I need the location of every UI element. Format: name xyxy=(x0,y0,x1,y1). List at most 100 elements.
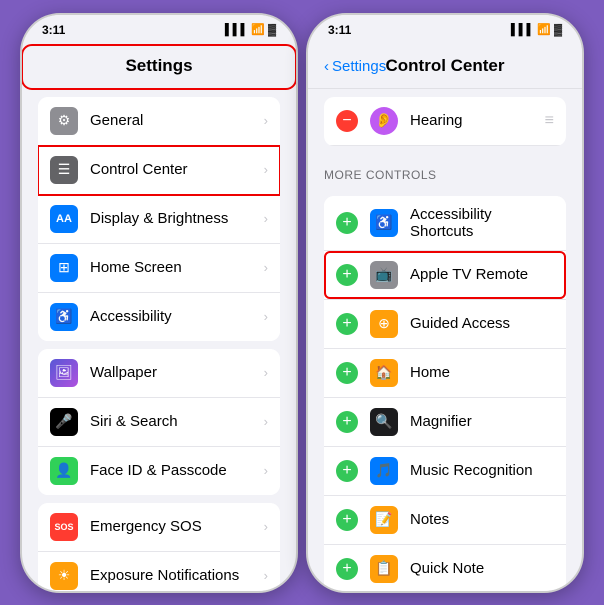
emergency-label: Emergency SOS xyxy=(90,518,264,535)
settings-item-home-screen[interactable]: ⊞ Home Screen › xyxy=(38,244,280,293)
emergency-chevron: › xyxy=(264,519,268,534)
back-button[interactable]: ‹ Settings xyxy=(324,58,386,75)
cc-item-hearing[interactable]: − 👂 Hearing ≡ xyxy=(324,97,566,146)
siri-icon: 🎤 xyxy=(50,408,78,436)
phones-container: 3:11 ▌▌▌ 📶 ▓ Settings ⚙ General › ☰ Cont… xyxy=(20,13,584,593)
wallpaper-icon: 🖼 xyxy=(50,359,78,387)
accessibility-shortcuts-label: Accessibility Shortcuts xyxy=(410,206,554,240)
guided-access-label: Guided Access xyxy=(410,315,554,332)
right-time: 3:11 xyxy=(328,23,351,37)
guided-access-add-btn[interactable]: + xyxy=(336,313,358,335)
wallpaper-chevron: › xyxy=(264,365,268,380)
apple-tv-remote-label: Apple TV Remote xyxy=(410,266,554,283)
cc-item-notes[interactable]: + 📝 Notes xyxy=(324,496,566,545)
settings-item-faceid[interactable]: 👤 Face ID & Passcode › xyxy=(38,447,280,495)
siri-label: Siri & Search xyxy=(90,413,264,430)
cc-item-magnifier[interactable]: + 🔍 Magnifier xyxy=(324,398,566,447)
home-add-btn[interactable]: + xyxy=(336,362,358,384)
faceid-chevron: › xyxy=(264,463,268,478)
apple-tv-remote-add-btn[interactable]: + xyxy=(336,264,358,286)
accessibility-icon: ♿ xyxy=(50,303,78,331)
settings-item-wallpaper[interactable]: 🖼 Wallpaper › xyxy=(38,349,280,398)
notes-icon: 📝 xyxy=(370,506,398,534)
settings-item-emergency[interactable]: SOS Emergency SOS › xyxy=(38,503,280,552)
back-chevron-icon: ‹ xyxy=(324,58,329,75)
cc-title: Control Center xyxy=(386,56,505,76)
magnifier-label: Magnifier xyxy=(410,413,554,430)
settings-group-3: SOS Emergency SOS › ☀ Exposure Notificat… xyxy=(38,503,280,591)
control-center-icon: ☰ xyxy=(50,156,78,184)
settings-item-display[interactable]: AA Display & Brightness › xyxy=(38,195,280,244)
left-status-icons: ▌▌▌ 📶 ▓ xyxy=(225,23,276,36)
guided-access-icon: ⊕ xyxy=(370,310,398,338)
faceid-icon: 👤 xyxy=(50,457,78,485)
back-label: Settings xyxy=(332,58,386,75)
settings-nav-bar: Settings xyxy=(22,45,296,89)
general-chevron: › xyxy=(264,113,268,128)
home-screen-icon: ⊞ xyxy=(50,254,78,282)
cc-item-guided-access[interactable]: + ⊕ Guided Access xyxy=(324,300,566,349)
settings-list[interactable]: ⚙ General › ☰ Control Center › AA Displa… xyxy=(22,89,296,591)
music-recognition-label: Music Recognition xyxy=(410,462,554,479)
notes-add-btn[interactable]: + xyxy=(336,509,358,531)
display-chevron: › xyxy=(264,211,268,226)
cc-item-apple-tv-remote[interactable]: + 📺 Apple TV Remote xyxy=(324,251,566,300)
left-status-bar: 3:11 ▌▌▌ 📶 ▓ xyxy=(22,15,296,45)
home-label: Home xyxy=(410,364,554,381)
cc-item-home[interactable]: + 🏠 Home xyxy=(324,349,566,398)
notes-label: Notes xyxy=(410,511,554,528)
cc-list[interactable]: − 👂 Hearing ≡ MORE CONTROLS + ♿ Accessib… xyxy=(308,89,582,591)
right-status-bar: 3:11 ▌▌▌ 📶 ▓ xyxy=(308,15,582,45)
left-phone: 3:11 ▌▌▌ 📶 ▓ Settings ⚙ General › ☰ Cont… xyxy=(20,13,298,593)
right-phone: 3:11 ▌▌▌ 📶 ▓ ‹ Settings Control Center −… xyxy=(306,13,584,593)
hearing-label: Hearing xyxy=(410,112,545,129)
cc-nav-bar: ‹ Settings Control Center xyxy=(308,45,582,89)
right-status-icons: ▌▌▌ 📶 ▓ xyxy=(511,23,562,36)
display-icon: AA xyxy=(50,205,78,233)
hearing-icon: 👂 xyxy=(370,107,398,135)
magnifier-icon: 🔍 xyxy=(370,408,398,436)
settings-item-general[interactable]: ⚙ General › xyxy=(38,97,280,146)
signal-icon: ▌▌▌ xyxy=(225,24,248,36)
included-controls-group: − 👂 Hearing ≡ xyxy=(324,97,566,146)
emergency-icon: SOS xyxy=(50,513,78,541)
home-icon: 🏠 xyxy=(370,359,398,387)
more-controls-group: + ♿ Accessibility Shortcuts + 📺 Apple TV… xyxy=(324,196,566,591)
wallpaper-label: Wallpaper xyxy=(90,364,264,381)
settings-item-accessibility[interactable]: ♿ Accessibility › xyxy=(38,293,280,341)
magnifier-add-btn[interactable]: + xyxy=(336,411,358,433)
home-screen-chevron: › xyxy=(264,260,268,275)
faceid-label: Face ID & Passcode xyxy=(90,462,264,479)
accessibility-shortcuts-add-btn[interactable]: + xyxy=(336,212,358,234)
accessibility-label: Accessibility xyxy=(90,308,264,325)
cc-item-accessibility-shortcuts[interactable]: + ♿ Accessibility Shortcuts xyxy=(324,196,566,251)
right-signal-icon: ▌▌▌ xyxy=(511,24,534,36)
cc-item-quick-note[interactable]: + 📋 Quick Note xyxy=(324,545,566,591)
accessibility-chevron: › xyxy=(264,309,268,324)
music-recognition-add-btn[interactable]: + xyxy=(336,460,358,482)
right-battery-icon: ▓ xyxy=(554,24,562,36)
accessibility-shortcuts-icon: ♿ xyxy=(370,209,398,237)
cc-item-music-recognition[interactable]: + 🎵 Music Recognition xyxy=(324,447,566,496)
control-center-chevron: › xyxy=(264,162,268,177)
hearing-remove-btn[interactable]: − xyxy=(336,110,358,132)
battery-icon: ▓ xyxy=(268,24,276,36)
display-label: Display & Brightness xyxy=(90,210,264,227)
settings-item-siri[interactable]: 🎤 Siri & Search › xyxy=(38,398,280,447)
exposure-chevron: › xyxy=(264,568,268,583)
apple-tv-remote-icon: 📺 xyxy=(370,261,398,289)
wifi-icon: 📶 xyxy=(251,23,265,36)
quick-note-icon: 📋 xyxy=(370,555,398,583)
settings-item-exposure[interactable]: ☀ Exposure Notifications › xyxy=(38,552,280,591)
exposure-label: Exposure Notifications xyxy=(90,567,264,584)
drag-handle-icon: ≡ xyxy=(545,112,554,130)
settings-item-control-center[interactable]: ☰ Control Center › xyxy=(38,146,280,195)
settings-group-1: ⚙ General › ☰ Control Center › AA Displa… xyxy=(38,97,280,341)
more-controls-header: MORE CONTROLS xyxy=(308,154,582,188)
settings-title: Settings xyxy=(125,56,192,76)
settings-group-2: 🖼 Wallpaper › 🎤 Siri & Search › 👤 Face I… xyxy=(38,349,280,495)
control-center-label: Control Center xyxy=(90,161,264,178)
quick-note-add-btn[interactable]: + xyxy=(336,558,358,580)
quick-note-label: Quick Note xyxy=(410,560,554,577)
general-icon: ⚙ xyxy=(50,107,78,135)
